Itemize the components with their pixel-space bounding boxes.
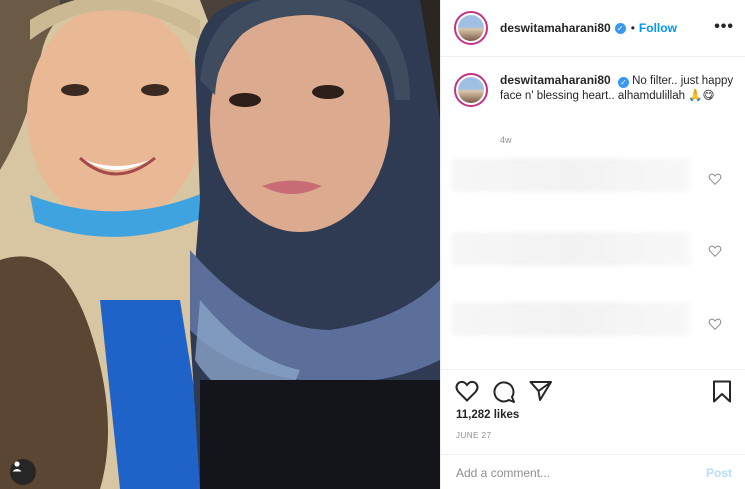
separator-dot: • bbox=[630, 21, 635, 35]
bookmark-icon[interactable] bbox=[712, 380, 732, 403]
caption-time[interactable]: 4w bbox=[500, 135, 512, 145]
likes-count[interactable]: 11,282 likes bbox=[456, 409, 519, 421]
blurred-comment bbox=[451, 158, 691, 192]
user-tag-button[interactable] bbox=[10, 459, 36, 485]
heart-icon[interactable] bbox=[455, 380, 479, 402]
user-tag-icon bbox=[12, 461, 22, 472]
follow-button[interactable]: Follow bbox=[639, 21, 677, 35]
post-comment-button[interactable]: Post bbox=[706, 466, 732, 480]
comment-heart-icon[interactable] bbox=[708, 317, 722, 331]
blurred-comment bbox=[451, 302, 691, 336]
verified-badge-icon: ✓ bbox=[617, 77, 629, 88]
caption-avatar[interactable] bbox=[454, 73, 488, 107]
more-options-icon[interactable]: ••• bbox=[714, 18, 734, 36]
share-icon[interactable] bbox=[529, 380, 553, 402]
post-side-panel: deswitamaharani80 ✓ • Follow ••• deswita… bbox=[440, 0, 745, 489]
comment-bar: Post bbox=[441, 454, 745, 489]
comment-input[interactable] bbox=[456, 465, 686, 480]
comment-heart-icon[interactable] bbox=[708, 172, 722, 186]
post-date[interactable]: JUNE 27 bbox=[456, 431, 492, 440]
post-header: deswitamaharani80 ✓ • Follow ••• bbox=[441, 0, 745, 57]
header-username[interactable]: deswitamaharani80 bbox=[500, 21, 611, 35]
post-actions: 11,282 likes JUNE 27 Post bbox=[441, 369, 745, 489]
caption-username[interactable]: deswitamaharani80 bbox=[500, 73, 611, 87]
caption-body: deswitamaharani80 ✓ No filter.. just hap… bbox=[500, 73, 734, 107]
comment-icon[interactable] bbox=[492, 380, 516, 404]
caption: deswitamaharani80 ✓ No filter.. just hap… bbox=[454, 73, 734, 107]
verified-badge-icon: ✓ bbox=[614, 22, 626, 34]
post-photo[interactable] bbox=[0, 0, 440, 489]
avatar[interactable] bbox=[454, 11, 488, 45]
blurred-comment bbox=[451, 232, 691, 266]
comment-heart-icon[interactable] bbox=[708, 244, 722, 258]
photo-illustration bbox=[0, 0, 440, 489]
